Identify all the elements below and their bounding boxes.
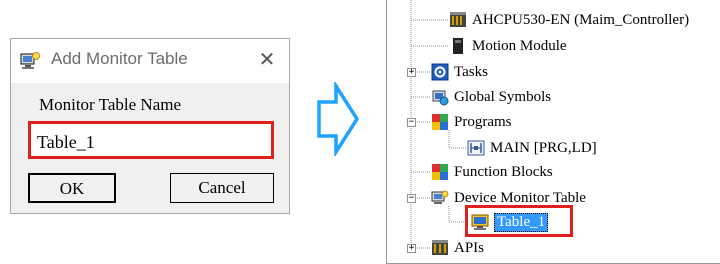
tree-item-apis[interactable]: APIs [431,237,484,259]
function-blocks-icon [431,163,449,181]
program-ld-icon [467,139,485,157]
global-symbols-icon [431,88,449,106]
monitor-table-name-label: Monitor Table Name [39,95,182,114]
dialog-title: Add Monitor Table [51,49,188,68]
tree-item-label: Programs [454,113,512,130]
tree-item-label: Motion Module [472,37,567,54]
dialog-titlebar: Add Monitor Table ✕ [11,39,289,83]
device-monitor-table-expander[interactable]: − [407,194,416,203]
programs-icon [431,113,449,131]
tree-item-controller[interactable]: AHCPU530-EN (Maim_Controller) [449,9,689,31]
right-arrow-icon [317,82,360,156]
tree-item-motion-module[interactable]: Motion Module [449,35,567,57]
programs-expander[interactable]: − [407,118,416,127]
new-table-highlight [465,205,573,237]
tree-item-label: Function Blocks [454,163,553,180]
motion-module-icon [449,37,467,55]
apis-icon [431,239,449,257]
tree-item-function-blocks[interactable]: Function Blocks [431,161,553,183]
tree-item-tasks[interactable]: Tasks [431,61,488,83]
tree-item-label: Global Symbols [454,88,552,105]
close-icon[interactable]: ✕ [255,47,279,71]
cancel-button[interactable]: Cancel [170,173,274,203]
tree-item-label: Device Monitor Table [454,189,586,206]
plc-controller-icon [449,11,467,29]
add-monitor-table-dialog: Add Monitor Table ✕ Monitor Table Name O… [10,38,290,214]
tree-item-label: APIs [454,239,485,256]
tree-item-label: Tasks [454,63,488,80]
tasks-expander[interactable]: + [407,68,416,77]
ok-button[interactable]: OK [28,173,116,203]
monitor-table-icon [19,51,41,71]
tree-item-global-symbols[interactable]: Global Symbols [431,86,551,108]
tree-item-label: AHCPU530-EN (Maim_Controller) [472,11,690,28]
tree-item-label: MAIN [PRG,LD] [490,139,597,156]
tasks-icon [431,63,449,81]
monitor-table-name-input[interactable] [28,121,274,159]
apis-expander[interactable]: + [407,244,416,253]
tree-item-programs[interactable]: Programs [431,111,512,133]
project-tree-panel: + − − + AHCPU530-EN (Maim_Controller) Mo… [386,0,720,264]
device-monitor-table-icon [431,189,449,207]
tree-item-main-program[interactable]: MAIN [PRG,LD] [467,137,597,159]
